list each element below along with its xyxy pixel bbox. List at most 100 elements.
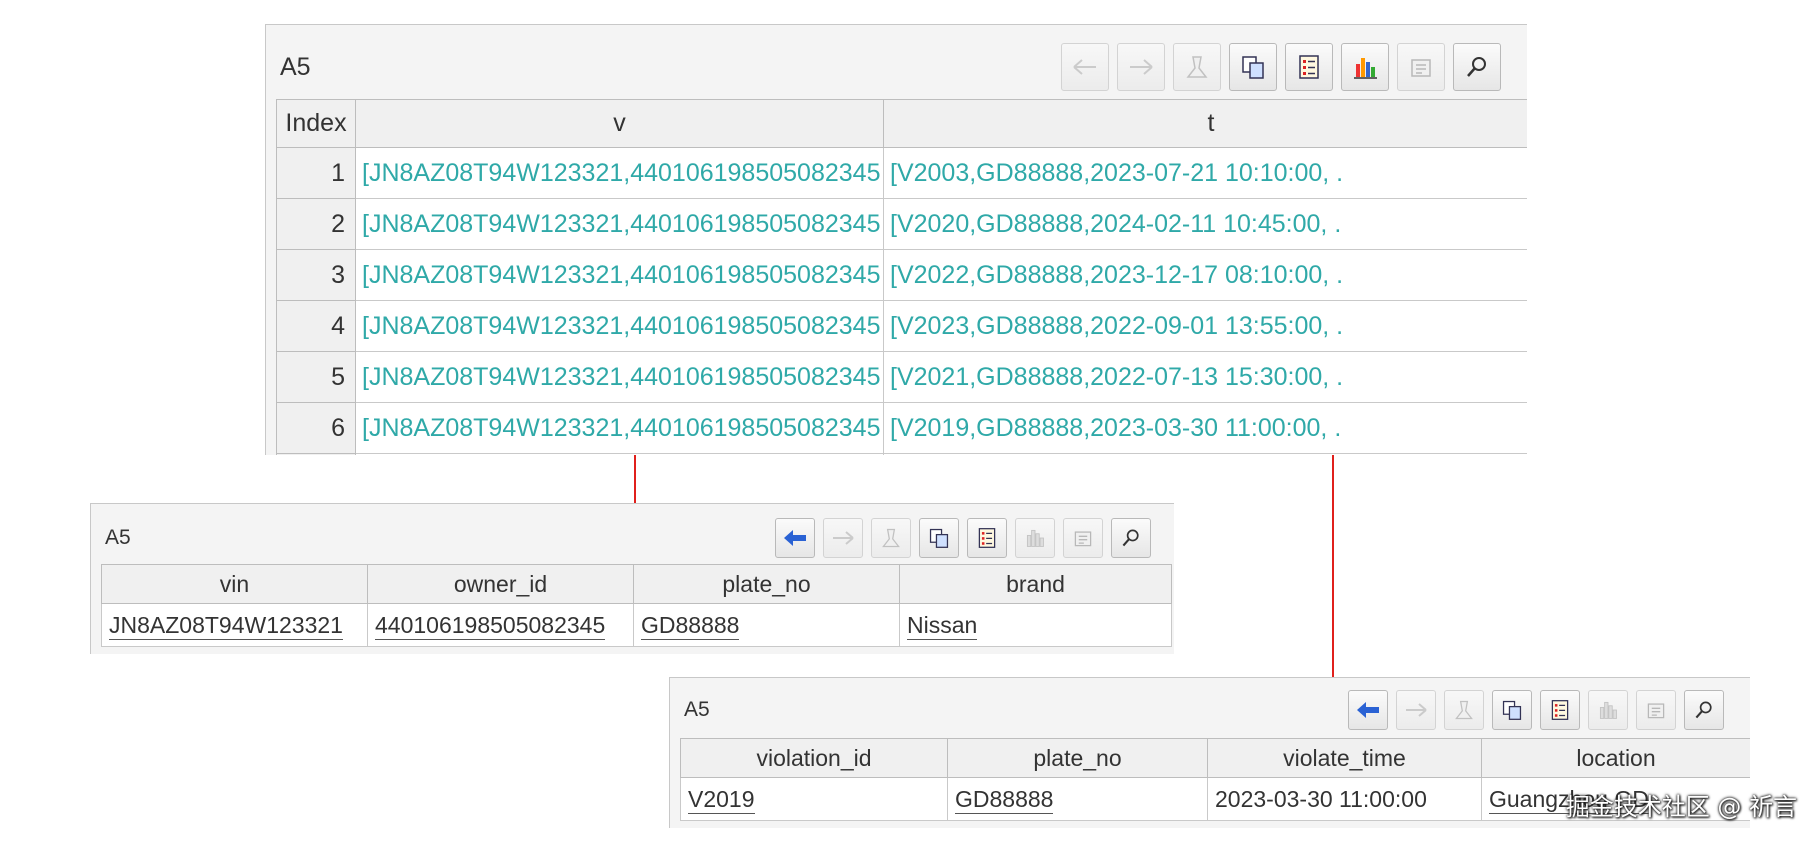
cell-violation-id-value: V2019 bbox=[688, 785, 755, 814]
table-row[interactable]: 4 [JN8AZ08T94W123321,440106198505082345 … bbox=[276, 300, 1527, 352]
column-header-t[interactable]: t bbox=[883, 99, 1527, 148]
search-button[interactable] bbox=[1453, 43, 1501, 91]
cell-v[interactable]: [JN8AZ08T94W123321,440106198505082345 bbox=[355, 351, 884, 403]
properties-button[interactable] bbox=[1636, 690, 1676, 730]
cell-owner-id-value: 440106198505082345 bbox=[375, 611, 606, 640]
cell-violation-id[interactable]: V2019 bbox=[680, 777, 948, 821]
properties-button[interactable] bbox=[1063, 518, 1103, 558]
cell-v[interactable]: [JN8AZ08T94W123321,440106198505082345 bbox=[355, 249, 884, 301]
column-header-violation-id[interactable]: violation_id bbox=[680, 738, 948, 778]
copy-icon bbox=[929, 528, 949, 548]
back-arrow-icon bbox=[1073, 59, 1096, 75]
table-row[interactable]: JN8AZ08T94W123321 440106198505082345 GD8… bbox=[101, 603, 1172, 647]
forward-arrow-icon bbox=[1406, 703, 1427, 717]
column-header-plate-no[interactable]: plate_no bbox=[947, 738, 1208, 778]
back-button[interactable] bbox=[1061, 43, 1109, 91]
cell-t[interactable]: [V2022,GD88888,2023-12-17 08:10:00, . bbox=[883, 249, 1527, 301]
row-index: 3 bbox=[276, 249, 356, 301]
cell-v[interactable]: [JN8AZ08T94W123321,440106198505082345 bbox=[355, 147, 884, 199]
column-header-vin[interactable]: vin bbox=[101, 564, 368, 604]
properties-icon bbox=[1647, 703, 1665, 719]
clear-icon bbox=[882, 528, 900, 548]
clear-button[interactable] bbox=[1444, 690, 1484, 730]
chart-button[interactable] bbox=[1588, 690, 1628, 730]
column-header-violate-time[interactable]: violate_time bbox=[1207, 738, 1482, 778]
table-row[interactable]: 5 [JN8AZ08T94W123321,440106198505082345 … bbox=[276, 351, 1527, 403]
cell-owner-id[interactable]: 440106198505082345 bbox=[367, 603, 634, 647]
cell-plate-no[interactable]: GD88888 bbox=[633, 603, 900, 647]
list-button[interactable] bbox=[1285, 43, 1333, 91]
cell-v[interactable]: [JN8AZ08T94W123321,440106198505082345 bbox=[355, 402, 884, 454]
copy-button[interactable] bbox=[919, 518, 959, 558]
vehicle-panel: A5 vin owner_id plate_no brand JN8AZ08T9… bbox=[90, 503, 1174, 654]
forward-button[interactable] bbox=[1117, 43, 1165, 91]
column-header-plate-no[interactable]: plate_no bbox=[633, 564, 900, 604]
copy-button[interactable] bbox=[1229, 43, 1277, 91]
forward-button[interactable] bbox=[1396, 690, 1436, 730]
toolbar bbox=[1061, 43, 1501, 91]
table-row bbox=[276, 453, 1527, 455]
search-button[interactable] bbox=[1684, 690, 1724, 730]
chart-button[interactable] bbox=[1341, 43, 1389, 91]
forward-arrow-icon bbox=[833, 531, 854, 545]
clear-button[interactable] bbox=[871, 518, 911, 558]
back-button[interactable] bbox=[1348, 690, 1388, 730]
cell-v bbox=[355, 453, 884, 455]
row-index bbox=[276, 453, 356, 455]
cell-v[interactable]: [JN8AZ08T94W123321,440106198505082345 bbox=[355, 198, 884, 250]
search-icon bbox=[1122, 529, 1139, 547]
properties-icon bbox=[1074, 531, 1092, 547]
row-index: 2 bbox=[276, 198, 356, 250]
clear-icon bbox=[1186, 56, 1208, 78]
back-arrow-icon bbox=[784, 530, 806, 546]
cell-violate-time[interactable]: 2023-03-30 11:00:00 bbox=[1207, 777, 1482, 821]
list-button[interactable] bbox=[967, 518, 1007, 558]
cell-v[interactable]: [JN8AZ08T94W123321,440106198505082345 bbox=[355, 300, 884, 352]
forward-button[interactable] bbox=[823, 518, 863, 558]
list-button[interactable] bbox=[1540, 690, 1580, 730]
copy-icon bbox=[1242, 56, 1264, 79]
cell-vin[interactable]: JN8AZ08T94W123321 bbox=[101, 603, 368, 647]
column-header-location[interactable]: location bbox=[1481, 738, 1750, 778]
copy-button[interactable] bbox=[1492, 690, 1532, 730]
column-header-index[interactable]: Index bbox=[276, 99, 356, 148]
cell-plate-no[interactable]: GD88888 bbox=[947, 777, 1208, 821]
table-row[interactable]: 1 [JN8AZ08T94W123321,440106198505082345 … bbox=[276, 147, 1527, 199]
cell-vin-value: JN8AZ08T94W123321 bbox=[109, 611, 343, 640]
list-icon bbox=[978, 528, 996, 548]
cell-brand[interactable]: Nissan bbox=[899, 603, 1172, 647]
cell-t[interactable]: [V2023,GD88888,2022-09-01 13:55:00, . bbox=[883, 300, 1527, 352]
panel-title: A5 bbox=[280, 53, 311, 81]
cell-t[interactable]: [V2020,GD88888,2024-02-11 10:45:00, . bbox=[883, 198, 1527, 250]
column-header-v[interactable]: v bbox=[355, 99, 884, 148]
chart-icon bbox=[1354, 58, 1377, 79]
properties-button[interactable] bbox=[1397, 43, 1445, 91]
sequence-panel: A5 Index v t 1 [JN8AZ08T94W123321,440106… bbox=[265, 24, 1527, 455]
cell-t[interactable]: [V2019,GD88888,2023-03-30 11:00:00, . bbox=[883, 402, 1527, 454]
row-index: 5 bbox=[276, 351, 356, 403]
copy-icon bbox=[1502, 700, 1522, 720]
row-index: 4 bbox=[276, 300, 356, 352]
toolbar bbox=[775, 518, 1151, 558]
column-header-owner-id[interactable]: owner_id bbox=[367, 564, 634, 604]
table-header-row: vin owner_id plate_no brand bbox=[101, 564, 1172, 604]
back-button[interactable] bbox=[775, 518, 815, 558]
back-arrow-icon bbox=[1357, 702, 1379, 718]
sequence-table: Index v t 1 [JN8AZ08T94W123321,440106198… bbox=[276, 99, 1527, 455]
table-row[interactable]: 2 [JN8AZ08T94W123321,440106198505082345 … bbox=[276, 198, 1527, 250]
cell-t bbox=[883, 453, 1527, 455]
cell-t[interactable]: [V2021,GD88888,2022-07-13 15:30:00, . bbox=[883, 351, 1527, 403]
search-button[interactable] bbox=[1111, 518, 1151, 558]
column-header-brand[interactable]: brand bbox=[899, 564, 1172, 604]
chart-button[interactable] bbox=[1015, 518, 1055, 558]
row-index: 1 bbox=[276, 147, 356, 199]
table-row[interactable]: 6 [JN8AZ08T94W123321,440106198505082345 … bbox=[276, 402, 1527, 454]
search-icon bbox=[1467, 57, 1486, 77]
cell-brand-value: Nissan bbox=[907, 611, 978, 640]
clear-button[interactable] bbox=[1173, 43, 1221, 91]
list-icon bbox=[1551, 700, 1569, 720]
watermark: 掘金技术社区 @ 祈言 bbox=[1565, 793, 1797, 821]
cell-t[interactable]: [V2003,GD88888,2023-07-21 10:10:00, . bbox=[883, 147, 1527, 199]
chart-icon bbox=[1599, 701, 1617, 719]
table-row[interactable]: 3 [JN8AZ08T94W123321,440106198505082345 … bbox=[276, 249, 1527, 301]
